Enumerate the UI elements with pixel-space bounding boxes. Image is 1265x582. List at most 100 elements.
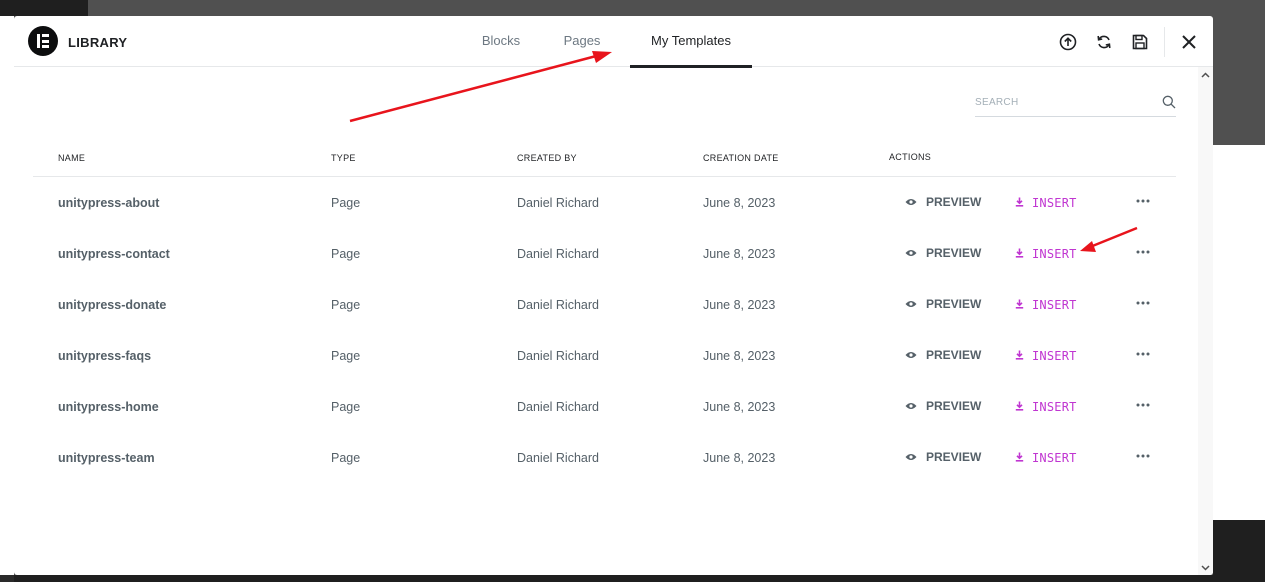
preview-label: PREVIEW [926, 195, 982, 209]
scroll-down-icon[interactable] [1198, 560, 1213, 575]
template-type: Page [331, 451, 361, 465]
preview-button[interactable]: PREVIEW [905, 348, 981, 362]
template-date: June 8, 2023 [703, 247, 776, 261]
insert-button[interactable]: INSERT [1015, 451, 1077, 465]
more-options-icon[interactable] [1133, 242, 1153, 262]
insert-label: INSERT [1032, 400, 1077, 414]
more-options-icon[interactable] [1133, 293, 1153, 313]
preview-label: PREVIEW [926, 297, 982, 311]
library-modal: LIBRARY Blocks Pages My Templates SEARCH… [14, 16, 1213, 575]
modal-header: LIBRARY Blocks Pages My Templates [14, 16, 1213, 68]
insert-button[interactable]: INSERT [1015, 298, 1077, 312]
preview-button[interactable]: PREVIEW [905, 399, 981, 413]
template-author: Daniel Richard [517, 349, 599, 363]
templates-table: NAME TYPE CREATED BY CREATION DATE ACTIO… [33, 144, 1176, 483]
eye-icon [905, 246, 926, 260]
download-icon [1015, 298, 1032, 312]
tab-pages[interactable]: Pages [552, 16, 612, 67]
table-row: unitypress-about Page Daniel Richard June 8… [33, 177, 1176, 228]
table-row: unitypress-team Page Daniel Richard June 8,… [33, 432, 1176, 483]
library-title: LIBRARY [68, 35, 128, 50]
template-name: unitypress-donate [58, 298, 167, 312]
template-type: Page [331, 400, 361, 414]
template-date: June 8, 2023 [703, 451, 776, 465]
table-row: unitypress-contact Page Daniel Richard June… [33, 228, 1176, 279]
column-name: NAME [58, 153, 86, 163]
template-name: unitypress-contact [58, 247, 170, 261]
editor-bottom-strip [14, 575, 1213, 582]
elementor-logo-icon [28, 26, 58, 56]
template-type: Page [331, 247, 361, 261]
template-date: June 8, 2023 [703, 400, 776, 414]
template-type: Page [331, 349, 361, 363]
template-name: unitypress-faqs [58, 349, 152, 363]
eye-icon [905, 297, 926, 311]
column-creation-date: CREATION DATE [703, 153, 779, 163]
insert-button[interactable]: INSERT [1015, 349, 1077, 363]
column-actions: ACTIONS [889, 152, 932, 162]
scrollbar[interactable] [1198, 67, 1213, 575]
more-options-icon[interactable] [1133, 344, 1153, 364]
table-row: unitypress-faqs Page Daniel Richard June 8,… [33, 330, 1176, 381]
editor-topbar-fragment [0, 0, 88, 16]
template-type: Page [331, 196, 361, 210]
preview-label: PREVIEW [926, 246, 982, 260]
template-date: June 8, 2023 [703, 349, 776, 363]
template-author: Daniel Richard [517, 400, 599, 414]
more-options-icon[interactable] [1133, 446, 1153, 466]
template-author: Daniel Richard [517, 247, 599, 261]
upload-icon[interactable] [1050, 16, 1086, 67]
preview-label: PREVIEW [926, 450, 982, 464]
insert-label: INSERT [1032, 196, 1077, 210]
more-options-icon[interactable] [1133, 395, 1153, 415]
tab-blocks[interactable]: Blocks [450, 16, 552, 67]
library-tabs: Blocks Pages My Templates [450, 16, 752, 68]
eye-icon [905, 348, 926, 362]
insert-label: INSERT [1032, 451, 1077, 465]
template-name: unitypress-about [58, 196, 160, 210]
template-author: Daniel Richard [517, 451, 599, 465]
close-icon[interactable] [1171, 16, 1207, 67]
save-icon[interactable] [1122, 16, 1158, 67]
header-actions [1050, 16, 1213, 67]
preview-button[interactable]: PREVIEW [905, 195, 981, 209]
preview-button[interactable]: PREVIEW [905, 246, 981, 260]
editor-background-left [0, 0, 14, 582]
template-name: unitypress-home [58, 400, 159, 414]
download-icon [1015, 400, 1032, 414]
insert-button[interactable]: INSERT [1015, 400, 1077, 414]
editor-background-right [1213, 145, 1265, 520]
download-icon [1015, 451, 1032, 465]
table-row: unitypress-home Page Daniel Richard June 8,… [33, 381, 1176, 432]
template-name: unitypress-team [58, 451, 155, 465]
template-author: Daniel Richard [517, 196, 599, 210]
preview-label: PREVIEW [926, 399, 982, 413]
eye-icon [905, 399, 926, 413]
tab-my-templates[interactable]: My Templates [630, 16, 752, 68]
preview-label: PREVIEW [926, 348, 982, 362]
template-type: Page [331, 298, 361, 312]
insert-button[interactable]: INSERT [1015, 196, 1077, 210]
download-icon [1015, 349, 1032, 363]
table-row: unitypress-donate Page Daniel Richard June … [33, 279, 1176, 330]
eye-icon [905, 450, 926, 464]
search-icon[interactable] [1162, 95, 1176, 114]
header-divider [1164, 26, 1165, 57]
preview-button[interactable]: PREVIEW [905, 450, 981, 464]
template-author: Daniel Richard [517, 298, 599, 312]
preview-button[interactable]: PREVIEW [905, 297, 981, 311]
insert-label: INSERT [1032, 247, 1077, 261]
insert-label: INSERT [1032, 298, 1077, 312]
editor-bottom-right-fragment [1213, 520, 1265, 582]
column-type: TYPE [331, 153, 356, 163]
column-created-by: CREATED BY [517, 153, 577, 163]
scroll-up-icon[interactable] [1198, 67, 1213, 82]
template-date: June 8, 2023 [703, 196, 776, 210]
search-box [975, 92, 1176, 117]
table-header: NAME TYPE CREATED BY CREATION DATE ACTIO… [33, 144, 1176, 177]
search-input[interactable] [975, 92, 1155, 113]
insert-button[interactable]: INSERT [1015, 247, 1077, 261]
template-date: June 8, 2023 [703, 298, 776, 312]
more-options-icon[interactable] [1133, 191, 1153, 211]
sync-icon[interactable] [1086, 16, 1122, 67]
